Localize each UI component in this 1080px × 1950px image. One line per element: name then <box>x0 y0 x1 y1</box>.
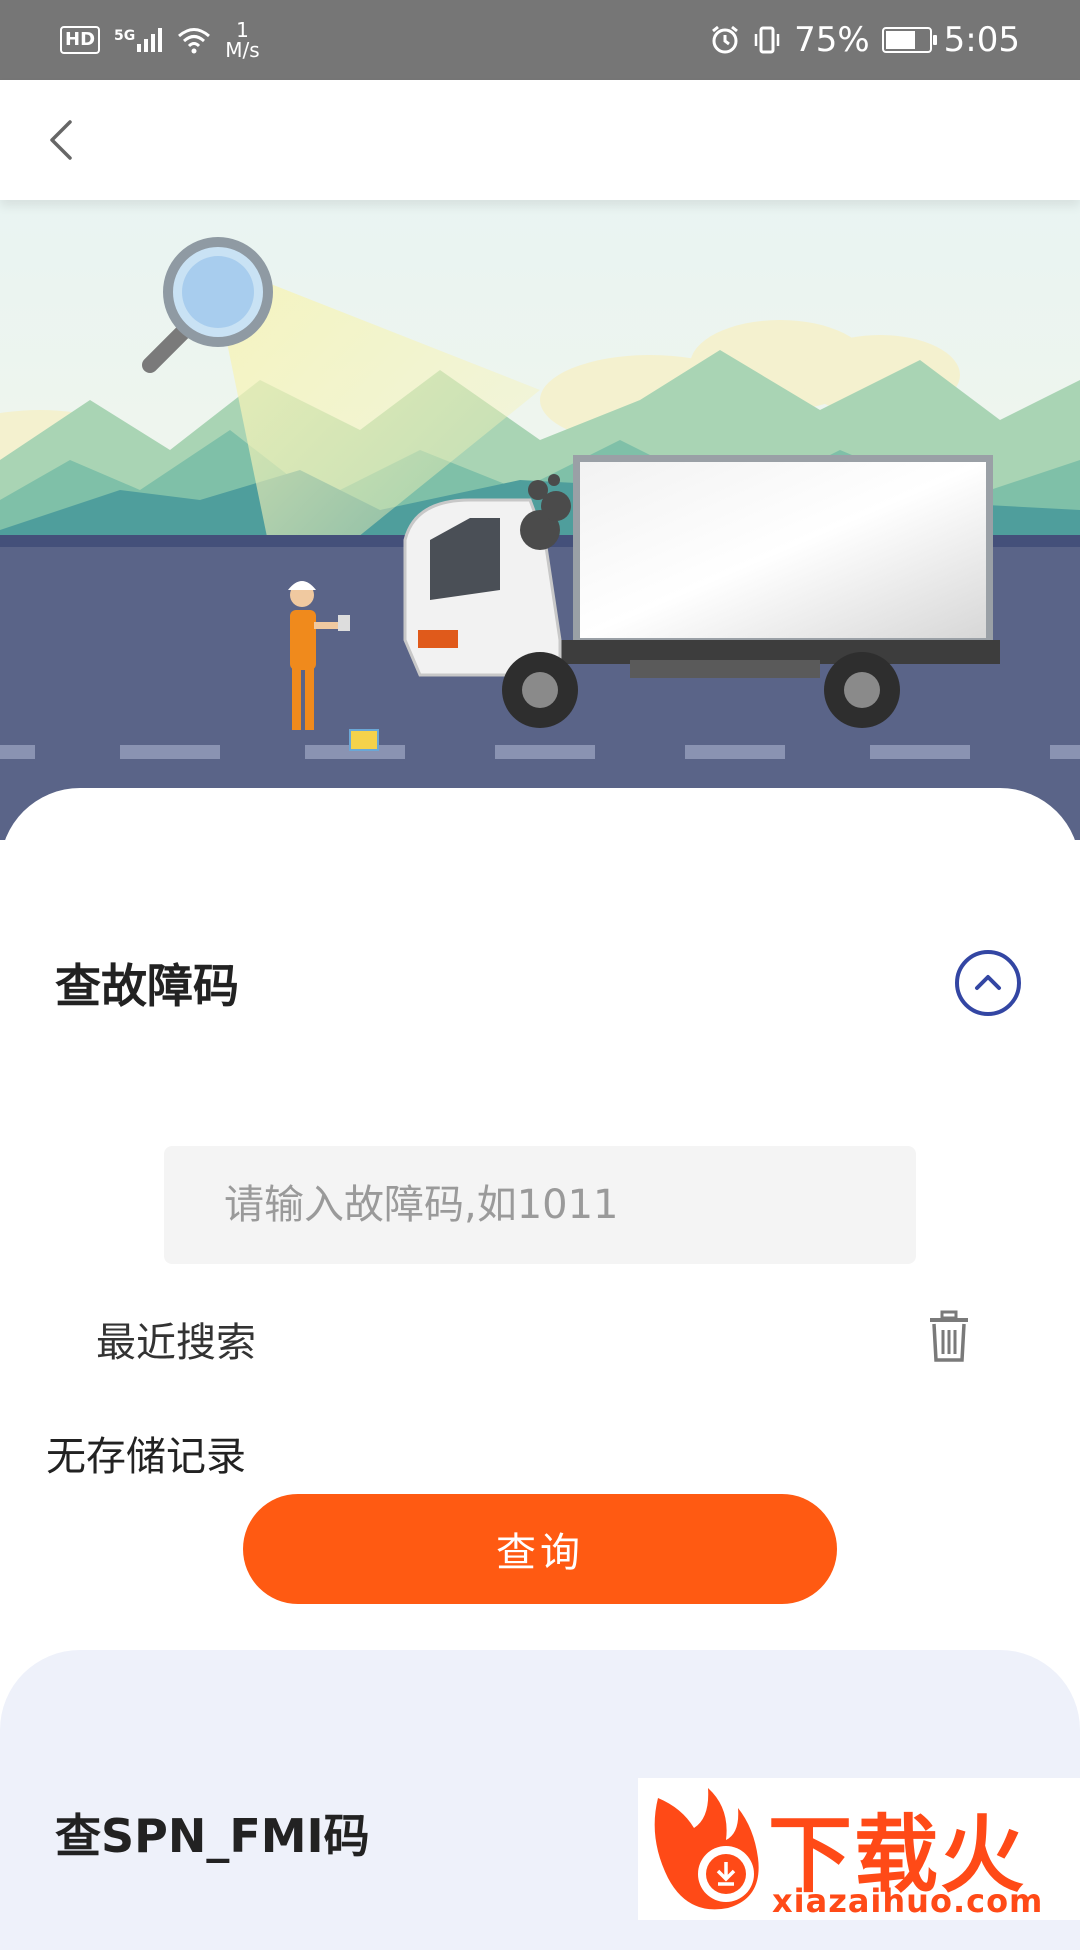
vibrate-icon <box>754 26 780 54</box>
hero-illustration <box>0 200 1080 840</box>
fault-code-title: 查故障码 <box>55 959 239 1013</box>
back-button[interactable] <box>34 110 94 170</box>
recent-search-label: 最近搜索 <box>96 1320 256 1366</box>
truck-breakdown-illustration <box>0 200 1080 840</box>
nav-bar <box>0 80 1080 200</box>
status-left: HD 5G 1 M/s <box>60 18 260 62</box>
trash-icon <box>930 1310 968 1362</box>
net-speed-unit: M/s <box>225 38 260 62</box>
query-button[interactable]: 查询 <box>243 1494 837 1604</box>
status-bar: HD 5G 1 M/s 75% 5:05 <box>0 0 1080 80</box>
battery-icon <box>881 27 937 53</box>
watermark-url: xiazaihuo.com <box>772 1882 1044 1920</box>
status-right: 75% 5:05 <box>710 18 1020 62</box>
alarm-icon <box>712 25 738 54</box>
net-speed-value: 1 <box>236 18 249 42</box>
network-type: 5G <box>114 28 136 44</box>
clock: 5:05 <box>943 20 1020 60</box>
wifi-icon <box>178 28 211 54</box>
battery-percent: 75% <box>794 20 870 60</box>
empty-history-text: 无存储记录 <box>46 1434 246 1480</box>
fault-code-input[interactable] <box>164 1146 916 1264</box>
signal-icon: 5G <box>114 28 163 52</box>
clear-history-button[interactable] <box>924 1310 974 1364</box>
net-speed: 1 M/s <box>225 20 259 60</box>
spn-fmi-title: 查SPN_FMI码 <box>55 1809 370 1863</box>
watermark-overlay: 下载火 xiazaihuo.com <box>638 1778 1080 1920</box>
chevron-left-icon <box>50 120 72 160</box>
collapse-button[interactable] <box>955 950 1021 1016</box>
hd-icon: HD <box>60 26 101 54</box>
chevron-up-icon <box>975 975 1001 990</box>
flame-logo-icon <box>654 1788 759 1910</box>
battery-fill <box>885 31 915 49</box>
